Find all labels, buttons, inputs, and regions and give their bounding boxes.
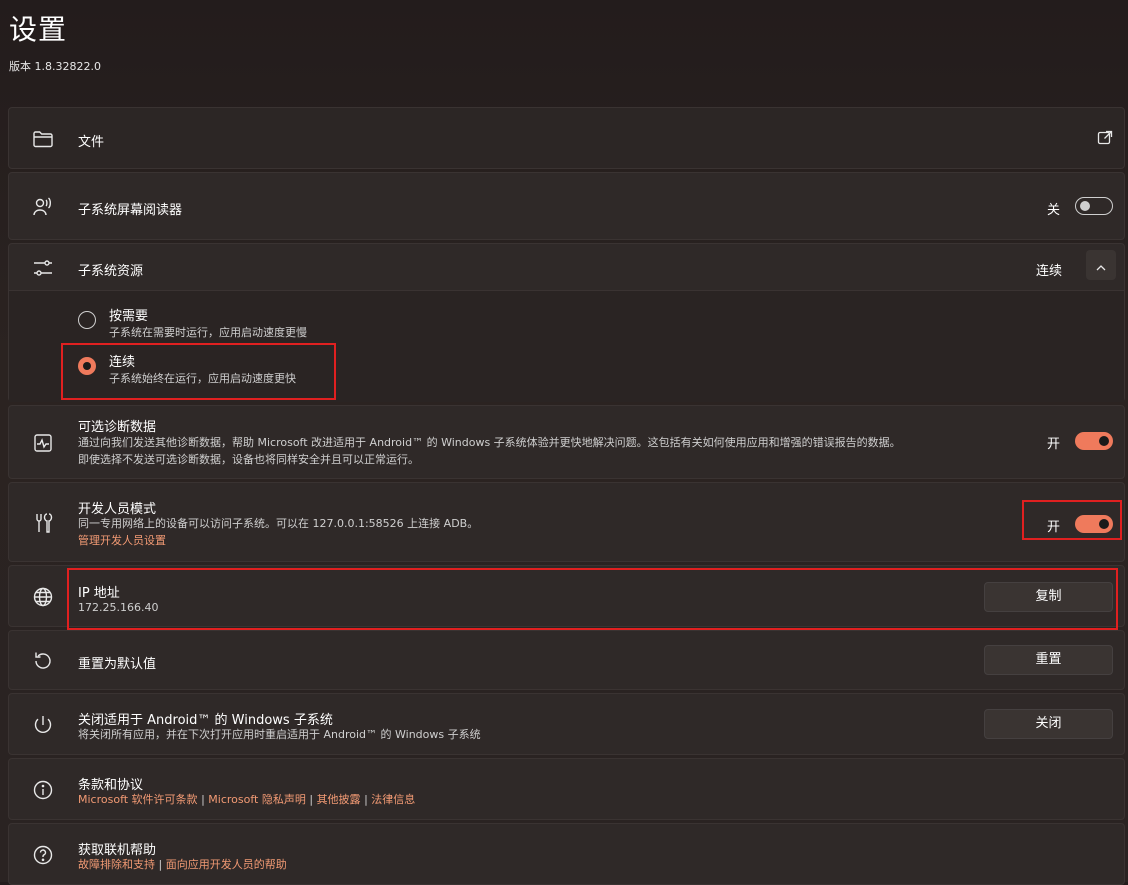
on-demand-label: 按需要 [109, 309, 149, 324]
reset-label: 重置为默认值 [78, 657, 157, 672]
screen-reader-row: 子系统屏幕阅读器 关 [8, 172, 1125, 240]
page-title: 设置 [9, 13, 68, 46]
license-terms-link[interactable]: Microsoft 软件许可条款 [78, 793, 198, 806]
shutdown-label: 关闭适用于 Android™ 的 Windows 子系统 [78, 713, 333, 728]
ip-value: 172.25.166.40 [78, 601, 159, 614]
troubleshooting-link[interactable]: 故障排除和支持 [78, 858, 155, 871]
help-icon [31, 843, 55, 867]
resources-options: 按需要 子系统在需要时运行，应用启动速度更慢 连续 子系统始终在运行，应用启动速… [9, 290, 1124, 402]
reset-row: 重置为默认值 重置 [8, 630, 1125, 690]
terms-separator: | [201, 793, 205, 806]
developer-help-link[interactable]: 面向应用开发人员的帮助 [166, 858, 287, 871]
copy-button[interactable]: 复制 [984, 582, 1113, 612]
reset-icon [31, 649, 55, 673]
on-demand-desc: 子系统在需要时运行，应用启动速度更慢 [109, 326, 307, 339]
diagnostics-toggle[interactable] [1075, 432, 1113, 450]
ip-row: IP 地址 172.25.166.40 复制 [8, 565, 1125, 627]
developer-row: 开发人员模式 同一专用网络上的设备可以访问子系统。可以在 127.0.0.1:5… [8, 482, 1125, 562]
collapse-button[interactable] [1086, 250, 1116, 280]
radio-on-demand[interactable] [78, 311, 96, 329]
shutdown-row: 关闭适用于 Android™ 的 Windows 子系统 将关闭所有应用，并在下… [8, 693, 1125, 755]
sliders-icon [31, 256, 55, 280]
files-row[interactable]: 文件 [8, 107, 1125, 169]
radio-continuous[interactable] [78, 357, 96, 375]
other-disclosures-link[interactable]: 其他披露 [317, 793, 361, 806]
terms-row: 条款和协议 Microsoft 软件许可条款 | Microsoft 隐私声明 … [8, 758, 1125, 820]
screen-reader-icon [31, 195, 55, 219]
diagnostics-desc-2: 即使选择不发送可选诊断数据，设备也将同样安全并且可以正常运行。 [78, 453, 419, 466]
continuous-label: 连续 [109, 355, 136, 370]
reset-button[interactable]: 重置 [984, 645, 1113, 675]
screen-reader-toggle[interactable] [1075, 197, 1113, 215]
legal-info-link[interactable]: 法律信息 [371, 793, 415, 806]
developer-tools-icon [31, 511, 55, 535]
privacy-statement-link[interactable]: Microsoft 隐私声明 [208, 793, 306, 806]
ip-label: IP 地址 [78, 586, 120, 601]
chevron-up-icon [1095, 259, 1107, 271]
shutdown-button[interactable]: 关闭 [984, 709, 1113, 739]
help-row: 获取联机帮助 故障排除和支持 | 面向应用开发人员的帮助 [8, 823, 1125, 885]
diagnostics-desc-1: 通过向我们发送其他诊断数据，帮助 Microsoft 改进适用于 Android… [78, 436, 901, 449]
help-links: 故障排除和支持 | 面向应用开发人员的帮助 [78, 857, 287, 873]
shutdown-desc: 将关闭所有应用，并在下次打开应用时重启适用于 Android™ 的 Window… [78, 728, 481, 741]
diagnostics-icon [31, 431, 55, 455]
diagnostics-state: 开 [1047, 437, 1061, 452]
help-label: 获取联机帮助 [78, 843, 157, 858]
developer-label: 开发人员模式 [78, 502, 157, 517]
resources-value: 连续 [1036, 264, 1063, 279]
help-separator: | [158, 858, 163, 871]
developer-toggle[interactable] [1075, 515, 1113, 533]
developer-state: 开 [1047, 520, 1061, 535]
screen-reader-state: 关 [1047, 203, 1061, 218]
diagnostics-label: 可选诊断数据 [78, 420, 157, 435]
continuous-desc: 子系统始终在运行，应用启动速度更快 [109, 372, 296, 385]
globe-icon [31, 585, 55, 609]
terms-links: Microsoft 软件许可条款 | Microsoft 隐私声明 | 其他披露… [78, 792, 415, 808]
diagnostics-row: 可选诊断数据 通过向我们发送其他诊断数据，帮助 Microsoft 改进适用于 … [8, 405, 1125, 479]
power-icon [31, 713, 55, 737]
developer-desc: 同一专用网络上的设备可以访问子系统。可以在 127.0.0.1:58526 上连… [78, 517, 479, 530]
screen-reader-label: 子系统屏幕阅读器 [78, 203, 183, 218]
terms-separator: | [309, 793, 314, 806]
terms-separator: | [364, 793, 368, 806]
folder-icon [31, 127, 55, 151]
resources-row: 子系统资源 连续 按需要 子系统在需要时运行，应用启动速度更慢 连续 子系统始终… [8, 243, 1125, 402]
terms-label: 条款和协议 [78, 778, 144, 793]
files-label: 文件 [78, 135, 105, 150]
manage-developer-settings-link[interactable]: 管理开发人员设置 [78, 533, 166, 549]
version-label: 版本 1.8.32822.0 [9, 60, 101, 73]
resources-label: 子系统资源 [78, 264, 144, 279]
external-link-icon[interactable] [1097, 130, 1113, 146]
info-icon [31, 778, 55, 802]
